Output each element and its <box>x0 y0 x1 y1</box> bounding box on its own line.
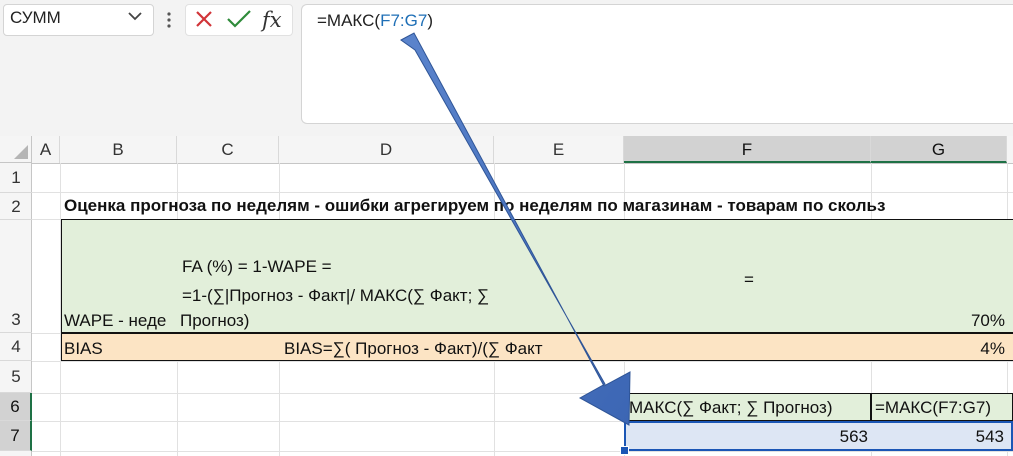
column-header-f[interactable]: F <box>624 136 871 163</box>
name-box-value: СУММ <box>10 8 61 27</box>
cell-g3[interactable]: 70% <box>960 311 1005 331</box>
more-dots-icon[interactable] <box>164 8 174 32</box>
select-all-icon[interactable] <box>14 145 28 159</box>
column-header-d[interactable]: D <box>279 136 494 163</box>
gridline <box>32 451 1013 452</box>
row-header-7[interactable]: 7 <box>0 421 32 451</box>
cell-f7[interactable]: 563 <box>780 427 868 447</box>
formula-reference: F7:G7 <box>380 11 428 30</box>
column-header-g[interactable]: G <box>871 136 1007 163</box>
row-header-4[interactable]: 4 <box>0 333 32 361</box>
column-header-c[interactable]: C <box>177 136 279 163</box>
cancel-icon[interactable] <box>194 9 214 29</box>
cell-g6-text: =МАКС(F7:G7) <box>875 398 991 417</box>
cell-g4[interactable]: 4% <box>960 339 1005 359</box>
row-header-1[interactable]: 1 <box>0 163 32 193</box>
row-header-5[interactable]: 5 <box>0 361 32 393</box>
cell-d4[interactable]: BIAS=∑( Прогноз - Факт)/(∑ Факт <box>284 339 543 359</box>
cell-c3-line2[interactable]: =1-(∑|Прогноз - Факт|/ МАКС(∑ Факт; ∑ <box>182 286 489 306</box>
cell-c3-line1[interactable]: FA (%) = 1-WAPE = <box>182 257 332 277</box>
column-header-e[interactable]: E <box>494 136 624 163</box>
row-header-bar: 1 2 3 4 5 6 7 <box>0 163 32 456</box>
fx-icon[interactable]: fx <box>262 6 290 34</box>
column-header-bar: A B C D E F G <box>0 136 1013 164</box>
cell-b3[interactable]: WAPE - неде <box>64 311 176 331</box>
column-header-a[interactable]: A <box>32 136 60 163</box>
enter-check-icon[interactable] <box>226 9 252 29</box>
cell-g7[interactable]: 543 <box>940 427 1004 447</box>
row-header-3[interactable]: 3 <box>0 220 32 333</box>
gridline <box>32 192 1013 193</box>
gridline <box>32 361 1013 362</box>
formula-text: =МАКС(F7:G7) <box>317 11 433 30</box>
chevron-down-icon[interactable] <box>126 7 144 25</box>
column-header-b[interactable]: B <box>60 136 177 163</box>
cell-c3-line3[interactable]: Прогноз) <box>180 311 249 331</box>
cell-f6-text: МАКС(∑ Факт; ∑ Прогноз) <box>629 398 833 417</box>
cell-f3[interactable]: = <box>744 270 754 290</box>
row-header-6[interactable]: 6 <box>0 393 32 421</box>
fill-handle[interactable] <box>620 446 629 455</box>
cell-b2-title[interactable]: Оценка прогноза по неделям - ошибки агре… <box>64 196 885 216</box>
cell-b4[interactable]: BIAS <box>64 339 103 359</box>
row-header-2[interactable]: 2 <box>0 193 32 220</box>
